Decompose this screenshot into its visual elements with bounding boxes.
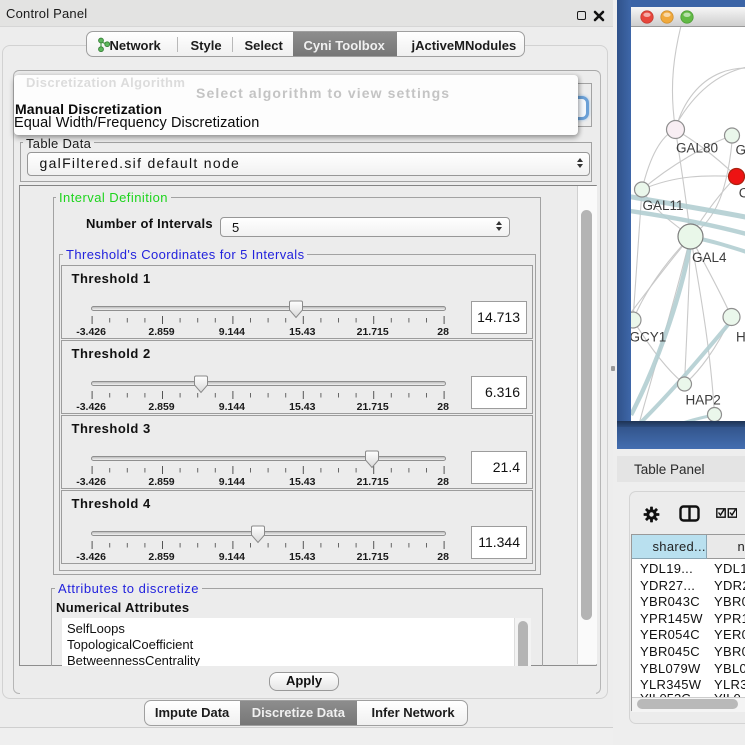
svg-text:GAL11: GAL11 [643,198,684,213]
svg-text:HAP2: HAP2 [686,393,721,408]
svg-text:GAL4: GAL4 [692,250,727,265]
svg-text:GAL80: GAL80 [676,141,718,156]
svg-text:H: H [736,330,745,345]
svg-text:C: C [739,186,745,201]
svg-text:GA: GA [736,143,745,158]
svg-text:GCY1: GCY1 [631,330,666,345]
